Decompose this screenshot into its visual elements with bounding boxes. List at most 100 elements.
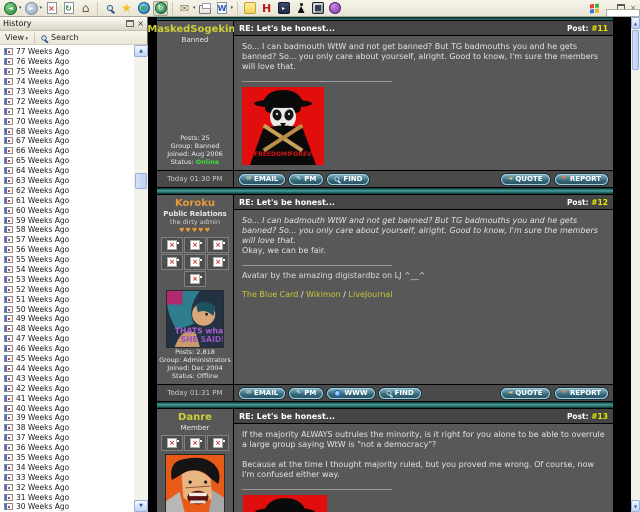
mail-icon[interactable]: ✉ xyxy=(177,1,192,16)
stop-button[interactable]: × xyxy=(44,1,59,16)
sticky-note-icon[interactable] xyxy=(242,1,257,16)
history-item[interactable]: 56 Weeks Ago xyxy=(0,245,134,255)
history-item[interactable]: 33 Weeks Ago xyxy=(0,472,134,482)
print-button[interactable] xyxy=(198,1,213,16)
history-item[interactable]: 71 Weeks Ago xyxy=(0,106,134,116)
history-item[interactable]: 75 Weeks Ago xyxy=(0,67,134,77)
favorites-button[interactable]: ★ xyxy=(119,1,134,16)
undock-icon[interactable] xyxy=(126,20,135,27)
edit-word-button[interactable]: W xyxy=(215,1,230,16)
history-item[interactable]: 50 Weeks Ago xyxy=(0,304,134,314)
history-item[interactable]: 57 Weeks Ago xyxy=(0,235,134,245)
close-sidebar-icon[interactable]: × xyxy=(137,19,144,28)
back-dropdown-icon[interactable]: ▾ xyxy=(19,5,22,11)
www-button[interactable]: WWW xyxy=(327,387,375,399)
history-item[interactable]: 49 Weeks Ago xyxy=(0,314,134,324)
history-item[interactable]: 35 Weeks Ago xyxy=(0,453,134,463)
report-button[interactable]: ⚑ REPORT xyxy=(554,173,608,185)
history-item[interactable]: 67 Weeks Ago xyxy=(0,136,134,146)
history-item[interactable]: 44 Weeks Ago xyxy=(0,364,134,374)
history-item[interactable]: 38 Weeks Ago xyxy=(0,423,134,433)
sig-link-livejournal[interactable]: LiveJournal xyxy=(349,290,393,299)
sidebar-scrollbar[interactable]: ▲ ▼ xyxy=(134,45,148,512)
history-item[interactable]: 43 Weeks Ago xyxy=(0,373,134,383)
purple-character-icon[interactable] xyxy=(327,1,342,16)
find-button[interactable]: FIND xyxy=(378,387,421,399)
scrollbar-thumb[interactable] xyxy=(632,30,639,70)
home-button[interactable]: ⌂ xyxy=(78,1,93,16)
history-item[interactable]: 55 Weeks Ago xyxy=(0,255,134,265)
history-item[interactable]: 53 Weeks Ago xyxy=(0,274,134,284)
h-app-icon[interactable]: H xyxy=(259,1,274,16)
history-item[interactable]: 52 Weeks Ago xyxy=(0,284,134,294)
history-item[interactable]: 58 Weeks Ago xyxy=(0,225,134,235)
history-item[interactable]: 36 Weeks Ago xyxy=(0,443,134,453)
search-button[interactable] xyxy=(102,1,117,16)
sig-link-wikimon[interactable]: Wikimon xyxy=(306,290,341,299)
history-item[interactable]: 73 Weeks Ago xyxy=(0,87,134,97)
history-item[interactable]: 72 Weeks Ago xyxy=(0,96,134,106)
history-item[interactable]: 70 Weeks Ago xyxy=(0,116,134,126)
view-dropdown[interactable]: View ▾ xyxy=(5,33,28,42)
history-item[interactable]: 40 Weeks Ago xyxy=(0,403,134,413)
history-item[interactable]: 41 Weeks Ago xyxy=(0,393,134,403)
media-button[interactable] xyxy=(136,1,151,16)
email-button[interactable]: ✉ EMAIL xyxy=(239,173,286,185)
username-link[interactable]: MaskedSogeking xyxy=(148,24,243,35)
quote-button[interactable]: ◄ QUOTE xyxy=(500,387,550,399)
back-button[interactable]: ◄ xyxy=(3,1,18,16)
calendar-icon xyxy=(4,453,13,461)
history-item[interactable]: 48 Weeks Ago xyxy=(0,324,134,334)
history-item[interactable]: 74 Weeks Ago xyxy=(0,77,134,87)
history-item[interactable]: 59 Weeks Ago xyxy=(0,215,134,225)
history-item[interactable]: 32 Weeks Ago xyxy=(0,482,134,492)
scroll-up-icon[interactable]: ▲ xyxy=(631,17,640,29)
history-item[interactable]: 65 Weeks Ago xyxy=(0,156,134,166)
history-item[interactable]: 51 Weeks Ago xyxy=(0,294,134,304)
edit-dropdown-icon[interactable]: ▾ xyxy=(231,5,234,11)
report-button[interactable]: ⚑ REPORT xyxy=(554,387,608,399)
history-item[interactable]: 77 Weeks Ago xyxy=(0,47,134,57)
scroll-up-icon[interactable]: ▲ xyxy=(134,45,148,57)
history-item[interactable]: 37 Weeks Ago xyxy=(0,433,134,443)
refresh-button[interactable]: ↻ xyxy=(61,1,76,16)
find-button[interactable]: FIND xyxy=(327,173,370,185)
history-item[interactable]: 66 Weeks Ago xyxy=(0,146,134,156)
quote-button[interactable]: ◄ QUOTE xyxy=(500,173,550,185)
history-item[interactable]: 61 Weeks Ago xyxy=(0,195,134,205)
scrollbar-thumb[interactable] xyxy=(135,173,147,189)
scroll-down-icon[interactable]: ▼ xyxy=(631,500,640,512)
history-item[interactable]: 68 Weeks Ago xyxy=(0,126,134,136)
history-item[interactable]: 31 Weeks Ago xyxy=(0,492,134,502)
history-item[interactable]: 42 Weeks Ago xyxy=(0,383,134,393)
history-titlebar: History × xyxy=(0,17,147,31)
email-button[interactable]: ✉ EMAIL xyxy=(239,387,286,399)
sig-link-blue-card[interactable]: The Blue Card xyxy=(242,290,298,299)
history-item[interactable]: 34 Weeks Ago xyxy=(0,462,134,472)
username-link[interactable]: Danre xyxy=(178,412,212,423)
history-item[interactable]: 60 Weeks Ago xyxy=(0,205,134,215)
scroll-down-icon[interactable]: ▼ xyxy=(134,500,148,512)
forward-button[interactable]: ► xyxy=(24,1,39,16)
history-item[interactable]: 47 Weeks Ago xyxy=(0,334,134,344)
history-item[interactable]: 46 Weeks Ago xyxy=(0,344,134,354)
history-item[interactable]: 63 Weeks Ago xyxy=(0,176,134,186)
pm-button[interactable]: ✎ PM xyxy=(289,173,324,185)
video-grid-icon[interactable] xyxy=(310,1,325,16)
history-item[interactable]: 39 Weeks Ago xyxy=(0,413,134,423)
pm-button[interactable]: ✎ PM xyxy=(289,387,324,399)
history-button-active[interactable]: ↻ xyxy=(153,0,169,16)
history-item[interactable]: 76 Weeks Ago xyxy=(0,57,134,67)
page-scrollbar[interactable]: ▲ ▼ xyxy=(631,17,640,512)
mail-dropdown-icon[interactable]: ▾ xyxy=(193,5,196,11)
forward-dropdown-icon[interactable]: ▾ xyxy=(40,5,43,11)
history-item[interactable]: 30 Weeks Ago xyxy=(0,502,134,512)
history-item[interactable]: 62 Weeks Ago xyxy=(0,185,134,195)
media-player-icon[interactable]: ▸ xyxy=(276,1,291,16)
messenger-person-icon[interactable] xyxy=(293,1,308,16)
history-item[interactable]: 64 Weeks Ago xyxy=(0,166,134,176)
history-item[interactable]: 45 Weeks Ago xyxy=(0,354,134,364)
history-search-button[interactable]: Search xyxy=(51,33,78,42)
username-link[interactable]: Koroku xyxy=(175,198,215,209)
history-item[interactable]: 54 Weeks Ago xyxy=(0,265,134,275)
